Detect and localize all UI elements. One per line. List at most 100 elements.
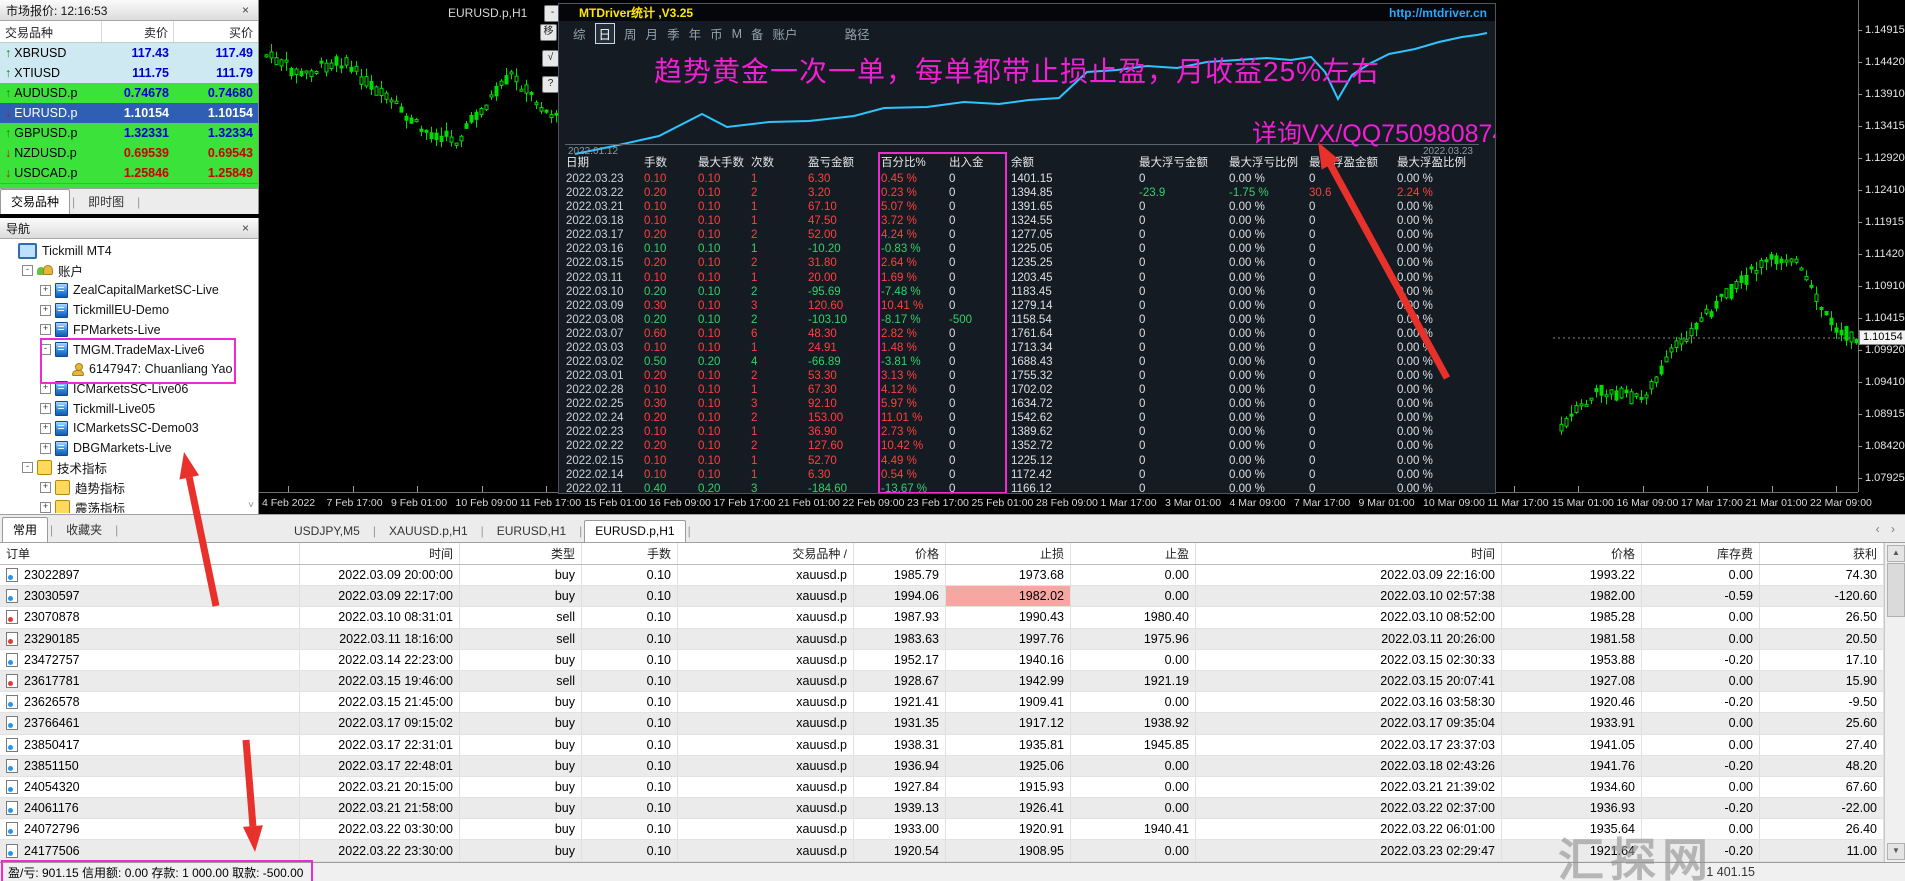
expand-icon[interactable]: + [40, 285, 51, 296]
order-row[interactable]: 238504172022.03.17 22:31:01buy0.10xauusd… [0, 735, 1905, 756]
expand-icon[interactable]: + [40, 305, 51, 316]
close-price: 1941.05 [1502, 735, 1642, 755]
person-icon [72, 363, 84, 376]
order-row[interactable]: 238511502022.03.17 22:48:01buy0.10xauusd… [0, 756, 1905, 777]
column-header[interactable]: 卖价 [102, 21, 174, 42]
order-row[interactable]: 230708782022.03.10 08:31:01sell0.10xauus… [0, 607, 1905, 628]
tree-item-Tickmill-Live05[interactable]: +Tickmill-Live05 [40, 399, 155, 419]
navigator-title: 导航 [6, 220, 30, 237]
orders-column-header[interactable]: 时间 [1196, 543, 1502, 564]
check-button[interactable]: √ [542, 50, 559, 67]
tree-item-ICMarketsSC-Demo03[interactable]: +ICMarketsSC-Demo03 [40, 418, 199, 438]
tab-scroll-arrows[interactable]: ‹ › [1876, 522, 1899, 536]
stats-cell: 1 [751, 383, 808, 397]
tree-item-技术指标[interactable]: -技术指标 [22, 458, 107, 478]
server-icon [55, 342, 68, 357]
order-row[interactable]: 237664612022.03.17 09:15:02buy0.10xauusd… [0, 713, 1905, 734]
close-icon[interactable]: × [239, 3, 252, 17]
collapse-icon[interactable]: - [40, 344, 51, 355]
market-watch-row[interactable]: ↓NZDUSD.p0.695390.69543 [0, 143, 258, 163]
tree-item-趋势指标[interactable]: +趋势指标 [40, 477, 125, 497]
help-button[interactable]: ? [542, 76, 559, 93]
market-watch-row[interactable]: ↑XTIUSD111.75111.79 [0, 63, 258, 83]
tree-item-ICMarketsSC-Live06[interactable]: +ICMarketsSC-Live06 [40, 379, 188, 399]
tree-item-ZealCapitalMarketSC-Live[interactable]: +ZealCapitalMarketSC-Live [40, 280, 219, 300]
stats-column-header: 最大浮盈金额 [1309, 156, 1397, 172]
tree-item-FPMarkets-Live[interactable]: +FPMarkets-Live [40, 320, 161, 340]
market-watch-row[interactable]: ↓USDCAD.p1.258461.25849 [0, 163, 258, 183]
order-row[interactable]: 236265782022.03.15 21:45:00buy0.10xauusd… [0, 692, 1905, 713]
market-watch-row[interactable]: ↑XBRUSD117.43117.49 [0, 43, 258, 63]
stats-cell: 0.00 % [1229, 454, 1309, 468]
scroll-down-icon[interactable]: ▼ [1887, 843, 1905, 860]
scrollbar-thumb[interactable] [1887, 563, 1905, 617]
market-watch-row[interactable]: ↑GBPUSD.p1.323311.32334 [0, 123, 258, 143]
expand-icon[interactable]: + [40, 443, 51, 454]
collapse-icon[interactable]: - [22, 265, 33, 276]
close-time: 2022.03.22 02:37:00 [1196, 798, 1502, 818]
order-row[interactable]: 241775062022.03.22 23:30:00buy0.10xauusd… [0, 840, 1905, 861]
orders-scrollbar[interactable]: ▲ ▼ [1884, 543, 1905, 862]
collapse-icon[interactable]: - [22, 462, 33, 473]
order-id-text: 23022897 [24, 568, 80, 582]
market-watch-row[interactable]: ↓EURUSD.p1.101541.10154 [0, 103, 258, 123]
orders-column-header[interactable]: 止盈 [1071, 543, 1196, 564]
orders-column-header[interactable]: 时间 [300, 543, 460, 564]
chart-tab-EURUSD,H1[interactable]: EURUSD,H1 [486, 520, 577, 542]
chart-tab-XAUUSD.p,H1[interactable]: XAUUSD.p,H1 [378, 520, 479, 542]
order-type: buy [460, 840, 582, 860]
order-row[interactable]: 236177812022.03.15 19:46:00sell0.10xauus… [0, 671, 1905, 692]
tab-常用[interactable]: 常用 [2, 517, 48, 542]
order-row[interactable]: 232901852022.03.11 18:16:00sell0.10xauus… [0, 629, 1905, 650]
close-icon[interactable]: × [239, 221, 252, 235]
scroll-up-icon[interactable]: ▲ [1887, 545, 1905, 562]
tree-item-DBGMarkets-Live[interactable]: + DBGMarkets-Live [40, 438, 172, 458]
time-tick-label: 4 Mar 09:00 [1230, 497, 1286, 509]
stats-cell: 0 [1309, 299, 1397, 313]
move-button[interactable]: 移 [540, 24, 557, 41]
tree-item-label: DBGMarkets-Live [73, 441, 172, 455]
order-row[interactable]: 240543202022.03.21 20:15:00buy0.10xauusd… [0, 777, 1905, 798]
chart-tab-EURUSD.p,H1[interactable]: EURUSD.p,H1 [584, 520, 685, 542]
orders-column-header[interactable]: 库存费 [1642, 543, 1760, 564]
orders-column-header[interactable]: 止损 [946, 543, 1071, 564]
tab-收藏夹[interactable]: 收藏夹 [55, 517, 113, 542]
column-header[interactable]: 买价 [174, 21, 258, 42]
tab-即时图[interactable]: 即时图 [77, 189, 135, 214]
expand-icon[interactable]: + [40, 482, 51, 493]
orders-column-header[interactable]: 获利 [1760, 543, 1884, 564]
expand-icon[interactable]: + [40, 502, 51, 513]
expand-icon[interactable]: + [40, 324, 51, 335]
stats-cell: 0.00 % [1229, 285, 1309, 299]
market-watch-row[interactable]: ↑AUDUSD.p0.746780.74680 [0, 83, 258, 103]
server-icon [55, 401, 68, 416]
stats-cell: 127.60 [808, 439, 881, 453]
orders-column-header[interactable]: 手数 [582, 543, 678, 564]
expand-icon[interactable]: + [40, 383, 51, 394]
tab-交易品种[interactable]: 交易品种 [0, 189, 70, 214]
stats-row: 2022.02.240.200.102153.0011.01 %01542.62… [559, 411, 1495, 425]
chart-symbol-label: EURUSD.p,H1 [448, 6, 527, 20]
tree-item-账户[interactable]: -账户 [22, 261, 83, 281]
tree-item-震荡指标[interactable]: +震荡指标 [40, 497, 125, 513]
tree-item-TMGM.TradeMax-Live6[interactable]: -TMGM.TradeMax-Live6 [40, 340, 205, 360]
order-row[interactable]: 240611762022.03.21 21:58:00buy0.10xauusd… [0, 798, 1905, 819]
order-row[interactable]: 240727962022.03.22 03:30:00buy0.10xauusd… [0, 819, 1905, 840]
order-row[interactable]: 234727572022.03.14 22:23:00buy0.10xauusd… [0, 650, 1905, 671]
orders-column-header[interactable]: 价格 [1502, 543, 1642, 564]
chart-tab-USDJPY,M5[interactable]: USDJPY,M5 [283, 520, 371, 542]
orders-column-header[interactable]: 交易品种 / [678, 543, 854, 564]
orders-column-header[interactable]: 订单 [0, 543, 300, 564]
order-row[interactable]: 230228972022.03.09 20:00:00buy0.10xauusd… [0, 565, 1905, 586]
orders-column-header[interactable]: 价格 [854, 543, 946, 564]
tree-item-Tickmill MT4[interactable]: Tickmill MT4 [4, 241, 112, 261]
scroll-down-icon[interactable]: ˅ [248, 500, 254, 511]
expand-icon[interactable]: + [40, 403, 51, 414]
order-row[interactable]: 230305972022.03.09 22:17:00buy0.10xauusd… [0, 586, 1905, 607]
tree-item-TickmillEU-Demo[interactable]: +TickmillEU-Demo [40, 300, 169, 320]
tree-item-6147947: Chuanliang Yao[interactable]: 6147947: Chuanliang Yao [58, 359, 232, 379]
column-header[interactable]: 交易品种 [0, 21, 102, 42]
expand-icon[interactable]: + [40, 423, 51, 434]
orders-column-header[interactable]: 类型 [460, 543, 582, 564]
arrow-up-icon: ↑ [5, 126, 11, 140]
